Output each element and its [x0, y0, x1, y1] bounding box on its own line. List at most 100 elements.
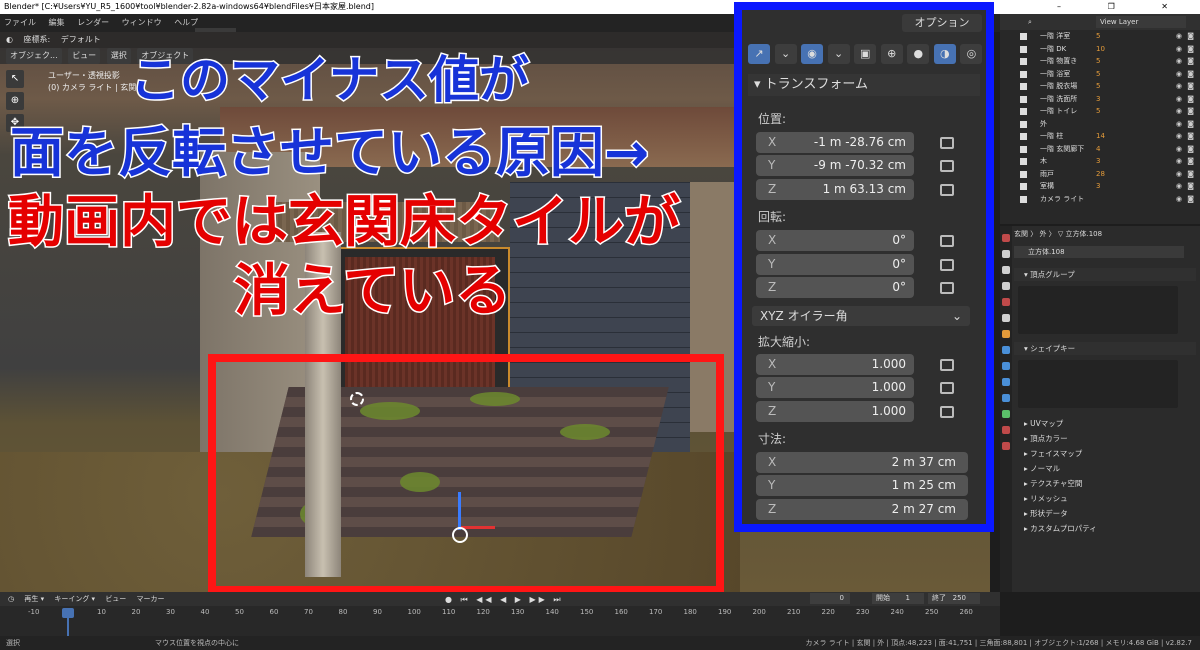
- shape-keys-header[interactable]: ▾ シェイプキー: [1014, 342, 1196, 355]
- menu-select[interactable]: 選択: [106, 48, 131, 64]
- menu-render[interactable]: レンダー: [77, 18, 109, 27]
- vertex-groups-header[interactable]: ▾ 頂点グループ: [1014, 268, 1196, 281]
- view-layer-field[interactable]: View Layer: [1096, 16, 1186, 28]
- exclude-checkbox[interactable]: [1020, 95, 1027, 103]
- camera-icon[interactable]: ◙: [1187, 55, 1194, 68]
- exclude-checkbox[interactable]: [1020, 145, 1027, 153]
- render-tab-icon[interactable]: [1002, 250, 1010, 258]
- camera-icon[interactable]: ◙: [1187, 143, 1194, 156]
- scene-tab-icon[interactable]: [1002, 298, 1010, 306]
- camera-icon[interactable]: ◙: [1187, 168, 1194, 181]
- outliner-row[interactable]: 雨戸 28 ◉ ◙: [1000, 168, 1200, 181]
- outliner-row[interactable]: 室構 3 ◉ ◙: [1000, 180, 1200, 193]
- exclude-checkbox[interactable]: [1020, 83, 1027, 90]
- mode-select[interactable]: オブジェク...: [6, 48, 62, 64]
- menu-window[interactable]: ウィンドウ: [122, 18, 162, 27]
- camera-icon[interactable]: ◙: [1187, 68, 1194, 81]
- section-texture-space[interactable]: ▸ テクスチャ空間: [1014, 478, 1082, 489]
- eye-icon[interactable]: ◉: [1176, 193, 1182, 206]
- camera-icon[interactable]: ◙: [1187, 105, 1194, 118]
- eye-icon[interactable]: ◉: [1176, 55, 1182, 68]
- section-face-maps[interactable]: ▸ フェイスマップ: [1014, 448, 1082, 459]
- outliner-row[interactable]: 一階 玄関廊下 4 ◉ ◙: [1000, 143, 1200, 156]
- editor-type-icon[interactable]: ◷: [8, 595, 14, 603]
- editor-type-icon[interactable]: ◐: [6, 35, 13, 44]
- section-geometry-data[interactable]: ▸ 形状データ: [1014, 508, 1068, 519]
- physics-tab-icon[interactable]: [1002, 378, 1010, 386]
- eye-icon[interactable]: ◉: [1176, 168, 1182, 181]
- output-tab-icon[interactable]: [1002, 266, 1010, 274]
- current-frame-field[interactable]: 0: [810, 593, 850, 604]
- exclude-checkbox[interactable]: [1020, 70, 1027, 78]
- shape-keys-list[interactable]: [1018, 360, 1178, 408]
- outliner-row[interactable]: カメラ ライト ◉ ◙: [1000, 193, 1200, 206]
- playback-controls[interactable]: ● ⏮ ◀◀ ◀ ▶ ▶▶ ⏭: [445, 593, 564, 607]
- eye-icon[interactable]: ◉: [1176, 68, 1182, 81]
- exclude-checkbox[interactable]: [1020, 33, 1027, 40]
- outliner-row[interactable]: 一階 洋室 5 ◉ ◙: [1000, 30, 1200, 43]
- tool-tab-icon[interactable]: [1002, 234, 1010, 242]
- camera-icon[interactable]: ◙: [1187, 93, 1194, 106]
- exclude-checkbox[interactable]: [1020, 158, 1027, 165]
- menu-keying[interactable]: キーイング ▾: [54, 595, 95, 603]
- menu-edit[interactable]: 編集: [49, 18, 65, 27]
- data-tab-icon[interactable]: [1002, 410, 1010, 418]
- outliner-row[interactable]: 一階 柱 14 ◉ ◙: [1000, 130, 1200, 143]
- exclude-checkbox[interactable]: [1020, 183, 1027, 190]
- exclude-checkbox[interactable]: [1020, 108, 1027, 115]
- playhead[interactable]: [62, 608, 74, 618]
- transform-orientation-select[interactable]: デフォルト: [61, 35, 101, 44]
- camera-icon[interactable]: ◙: [1187, 193, 1194, 206]
- start-frame-field[interactable]: 開始 1: [872, 593, 924, 604]
- eye-icon[interactable]: ◉: [1176, 118, 1182, 131]
- view-layer-tab-icon[interactable]: [1002, 282, 1010, 290]
- camera-icon[interactable]: ◙: [1187, 180, 1194, 193]
- exclude-checkbox[interactable]: [1020, 170, 1027, 178]
- menu-marker[interactable]: マーカー: [137, 595, 165, 603]
- select-tool-icon[interactable]: ↖: [6, 70, 24, 88]
- menu-help[interactable]: ヘルプ: [174, 18, 198, 27]
- texture-tab-icon[interactable]: [1002, 442, 1010, 450]
- camera-icon[interactable]: ◙: [1187, 130, 1194, 143]
- outliner-row[interactable]: 一階 脱衣場 5 ◉ ◙: [1000, 80, 1200, 93]
- outliner-row[interactable]: 一階 DK 10 ◉ ◙: [1000, 43, 1200, 56]
- section-vertex-colors[interactable]: ▸ 頂点カラー: [1014, 433, 1068, 444]
- end-frame-field[interactable]: 終了 250: [928, 593, 980, 604]
- section-normals[interactable]: ▸ ノーマル: [1014, 463, 1060, 474]
- outliner-row[interactable]: 一階 トイレ 5 ◉ ◙: [1000, 105, 1200, 118]
- exclude-checkbox[interactable]: [1020, 195, 1027, 203]
- outliner-row[interactable]: 木 3 ◉ ◙: [1000, 155, 1200, 168]
- eye-icon[interactable]: ◉: [1176, 93, 1182, 106]
- menu-view[interactable]: ビュー: [68, 48, 101, 64]
- exclude-checkbox[interactable]: [1020, 58, 1027, 65]
- eye-icon[interactable]: ◉: [1176, 105, 1182, 118]
- outliner-row[interactable]: 一階 洗面所 3 ◉ ◙: [1000, 93, 1200, 106]
- outliner-row[interactable]: 一階 物置き 5 ◉ ◙: [1000, 55, 1200, 68]
- exclude-checkbox[interactable]: [1020, 133, 1027, 140]
- particles-tab-icon[interactable]: [1002, 362, 1010, 370]
- timeline-ruler[interactable]: -100102030405060708090100110120130140150…: [0, 608, 1000, 620]
- window-controls[interactable]: – ❐ ✕: [1057, 0, 1190, 14]
- section-custom-properties[interactable]: ▸ カスタムプロパティ: [1014, 523, 1097, 534]
- material-tab-icon[interactable]: [1002, 426, 1010, 434]
- constraints-tab-icon[interactable]: [1002, 394, 1010, 402]
- outliner-row[interactable]: 一階 浴室 5 ◉ ◙: [1000, 68, 1200, 81]
- object-tab-icon[interactable]: [1002, 330, 1010, 338]
- eye-icon[interactable]: ◉: [1176, 155, 1182, 168]
- camera-icon[interactable]: ◙: [1187, 80, 1194, 93]
- exclude-checkbox[interactable]: [1020, 45, 1027, 53]
- vertex-groups-list[interactable]: [1018, 286, 1178, 334]
- camera-icon[interactable]: ◙: [1187, 155, 1194, 168]
- section-uv-maps[interactable]: ▸ UVマップ: [1014, 418, 1063, 429]
- exclude-checkbox[interactable]: [1020, 120, 1027, 128]
- mesh-name-field[interactable]: 立方体.108: [1014, 246, 1184, 258]
- eye-icon[interactable]: ◉: [1176, 30, 1182, 43]
- section-remesh[interactable]: ▸ リメッシュ: [1014, 493, 1068, 504]
- eye-icon[interactable]: ◉: [1176, 143, 1182, 156]
- outliner-row[interactable]: 外 ◉ ◙: [1000, 118, 1200, 131]
- eye-icon[interactable]: ◉: [1176, 80, 1182, 93]
- world-tab-icon[interactable]: [1002, 314, 1010, 322]
- menu-view[interactable]: ビュー: [105, 595, 126, 603]
- eye-icon[interactable]: ◉: [1176, 180, 1182, 193]
- menu-playback[interactable]: 再生 ▾: [24, 595, 44, 603]
